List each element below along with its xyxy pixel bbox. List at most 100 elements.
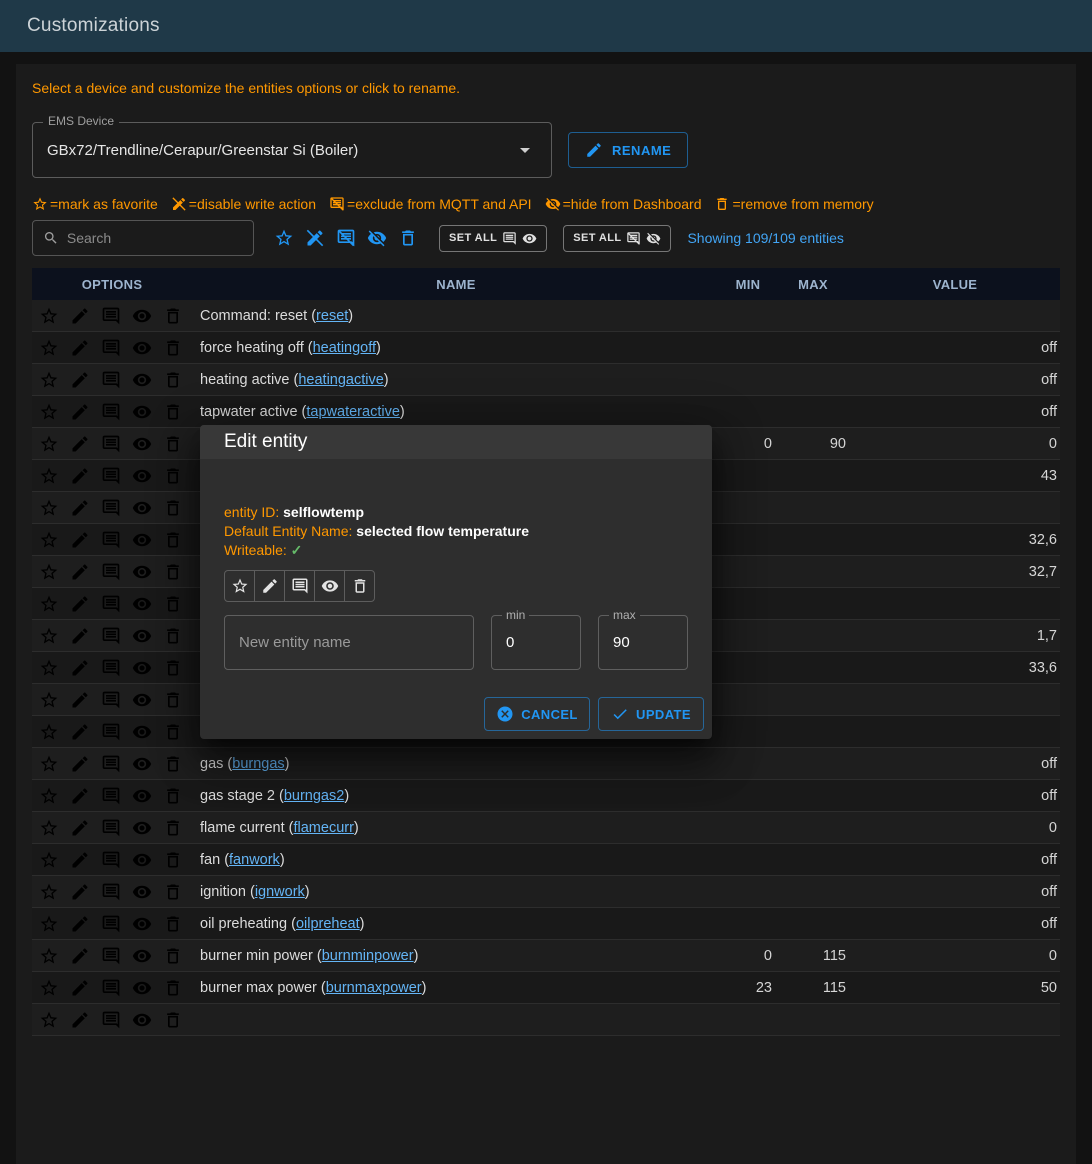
visibility-icon[interactable] [132,946,152,966]
favorite-icon[interactable] [39,530,59,550]
visibility-icon[interactable] [132,402,152,422]
mqtt-exclude-icon[interactable] [101,594,121,614]
mqtt-exclude-icon[interactable] [101,562,121,582]
delete-icon[interactable] [163,722,183,742]
delete-icon[interactable] [163,562,183,582]
edit-icon[interactable] [70,946,90,966]
filter-disable-write-button[interactable] [299,223,330,254]
entity-shortname-link[interactable]: tapwateractive [306,404,400,420]
favorite-icon[interactable] [39,722,59,742]
mqtt-exclude-icon[interactable] [101,690,121,710]
visibility-icon[interactable] [132,498,152,518]
entity-shortname-link[interactable]: heatingoff [313,340,376,356]
delete-icon[interactable] [163,978,183,998]
entity-shortname-link[interactable]: flamecurr [293,820,353,836]
filter-remove-button[interactable] [392,223,423,254]
visibility-icon[interactable] [132,786,152,806]
entity-shortname-link[interactable]: oilpreheat [296,916,360,932]
visibility-icon[interactable] [132,722,152,742]
mqtt-exclude-icon[interactable] [101,434,121,454]
delete-icon[interactable] [163,402,183,422]
delete-icon[interactable] [163,626,183,646]
delete-icon[interactable] [163,850,183,870]
edit-icon[interactable] [70,882,90,902]
edit-icon[interactable] [70,594,90,614]
visibility-icon[interactable] [132,338,152,358]
favorite-icon[interactable] [39,434,59,454]
delete-icon[interactable] [163,370,183,390]
mqtt-exclude-icon[interactable] [101,498,121,518]
edit-icon[interactable] [70,1010,90,1030]
visibility-icon[interactable] [132,978,152,998]
mqtt-exclude-icon[interactable] [101,338,121,358]
entity-shortname-link[interactable]: burnminpower [322,948,414,964]
mqtt-exclude-icon[interactable] [101,658,121,678]
edit-icon[interactable] [70,530,90,550]
table-row[interactable]: oil preheating (oilpreheat) off [32,908,1060,940]
set-all-hide-button[interactable]: SET ALL [563,225,671,252]
mqtt-exclude-icon[interactable] [101,818,121,838]
delete-icon[interactable] [163,786,183,806]
mqtt-exclude-icon[interactable] [101,370,121,390]
visibility-icon[interactable] [132,658,152,678]
search-input[interactable] [67,230,243,246]
mqtt-exclude-icon[interactable] [101,914,121,934]
delete-icon[interactable] [163,690,183,710]
mqtt-exclude-icon[interactable] [101,530,121,550]
favorite-icon[interactable] [39,466,59,486]
table-row[interactable]: gas (burngas) off [32,748,1060,780]
edit-icon[interactable] [70,338,90,358]
toggle-favorite-button[interactable] [224,570,255,602]
visibility-icon[interactable] [132,626,152,646]
mqtt-exclude-icon[interactable] [101,722,121,742]
visibility-icon[interactable] [132,1010,152,1030]
delete-icon[interactable] [163,818,183,838]
toggle-visibility-button[interactable] [314,570,345,602]
mqtt-exclude-icon[interactable] [101,786,121,806]
entity-shortname-link[interactable]: burnmaxpower [326,980,422,996]
table-row[interactable]: ignition (ignwork) off [32,876,1060,908]
delete-icon[interactable] [163,434,183,454]
visibility-icon[interactable] [132,370,152,390]
edit-icon[interactable] [70,914,90,934]
entity-shortname-link[interactable]: burngas [232,756,284,772]
favorite-icon[interactable] [39,818,59,838]
edit-icon[interactable] [70,626,90,646]
delete-icon[interactable] [163,338,183,358]
favorite-icon[interactable] [39,978,59,998]
new-entity-name-input[interactable] [225,634,473,651]
edit-icon[interactable] [70,818,90,838]
favorite-icon[interactable] [39,402,59,422]
toggle-write-button[interactable] [254,570,285,602]
table-row[interactable]: tapwater active (tapwateractive) off [32,396,1060,428]
table-row[interactable] [32,1004,1060,1036]
visibility-icon[interactable] [132,306,152,326]
filter-exclude-mqtt-button[interactable] [330,223,361,254]
favorite-icon[interactable] [39,850,59,870]
mqtt-exclude-icon[interactable] [101,882,121,902]
delete-icon[interactable] [163,498,183,518]
favorite-icon[interactable] [39,338,59,358]
delete-icon[interactable] [163,1010,183,1030]
table-row[interactable]: fan (fanwork) off [32,844,1060,876]
cancel-button[interactable]: CANCEL [484,697,590,731]
mqtt-exclude-icon[interactable] [101,306,121,326]
search-field[interactable] [32,220,254,256]
mqtt-exclude-icon[interactable] [101,402,121,422]
toggle-mqtt-button[interactable] [284,570,315,602]
delete-icon[interactable] [163,946,183,966]
table-row[interactable]: gas stage 2 (burngas2) off [32,780,1060,812]
edit-icon[interactable] [70,434,90,454]
max-input[interactable] [599,634,687,651]
edit-icon[interactable] [70,850,90,870]
favorite-icon[interactable] [39,1010,59,1030]
entity-shortname-link[interactable]: heatingactive [298,372,383,388]
delete-icon[interactable] [163,914,183,934]
edit-icon[interactable] [70,370,90,390]
edit-icon[interactable] [70,306,90,326]
delete-icon[interactable] [163,466,183,486]
mqtt-exclude-icon[interactable] [101,1010,121,1030]
delete-icon[interactable] [163,594,183,614]
edit-icon[interactable] [70,978,90,998]
mqtt-exclude-icon[interactable] [101,754,121,774]
